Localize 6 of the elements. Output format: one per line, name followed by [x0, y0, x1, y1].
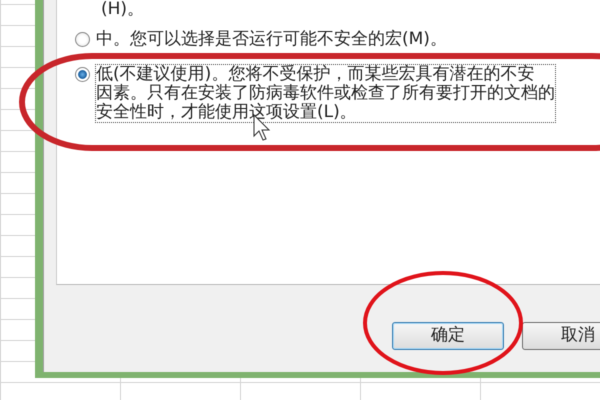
radio-button[interactable]	[75, 32, 90, 47]
option-label[interactable]: 中。您可以选择是否运行可能不安全的宏(M)。	[96, 30, 447, 49]
ok-button[interactable]: 确定	[392, 322, 504, 350]
option-text: (H)。	[101, 0, 144, 19]
cancel-button[interactable]: 取消	[522, 322, 600, 350]
radio-button[interactable]	[75, 67, 90, 82]
